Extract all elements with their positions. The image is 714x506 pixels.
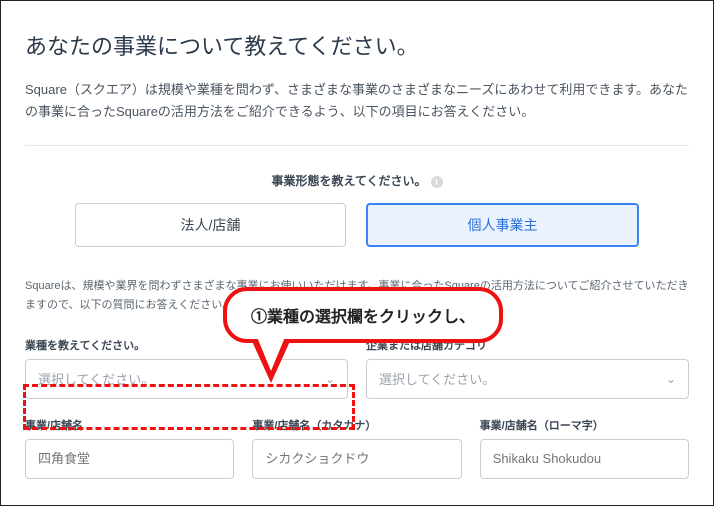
- chevron-down-icon: ⌄: [325, 372, 335, 386]
- page-title: あなたの事業について教えてください。: [25, 29, 689, 61]
- name-kana-label: 事業/店舗名（カタカナ）: [252, 417, 461, 433]
- divider: [25, 145, 689, 146]
- instruction-callout: ①業種の選択欄をクリックし、: [223, 287, 503, 343]
- name-roman-label: 事業/店舗名（ローマ字）: [480, 417, 689, 433]
- chevron-down-icon: ⌄: [666, 372, 676, 386]
- name-roman-input[interactable]: [480, 439, 689, 479]
- name-kana-input[interactable]: [252, 439, 461, 479]
- info-icon[interactable]: i: [431, 176, 443, 188]
- industry-select[interactable]: 選択してください。 ⌄: [25, 359, 348, 399]
- name-label: 事業/店舗名: [25, 417, 234, 433]
- individual-button[interactable]: 個人事業主: [366, 203, 639, 247]
- name-input[interactable]: [25, 439, 234, 479]
- corporate-button[interactable]: 法人/店舗: [75, 203, 346, 247]
- category-select[interactable]: 選択してください。 ⌄: [366, 359, 689, 399]
- intro-text: Square（スクエア）は規模や業種を問わず、さまざまな事業のさまざまなニーズに…: [25, 79, 689, 123]
- business-type-question: 事業形態を教えてください。i: [25, 172, 689, 189]
